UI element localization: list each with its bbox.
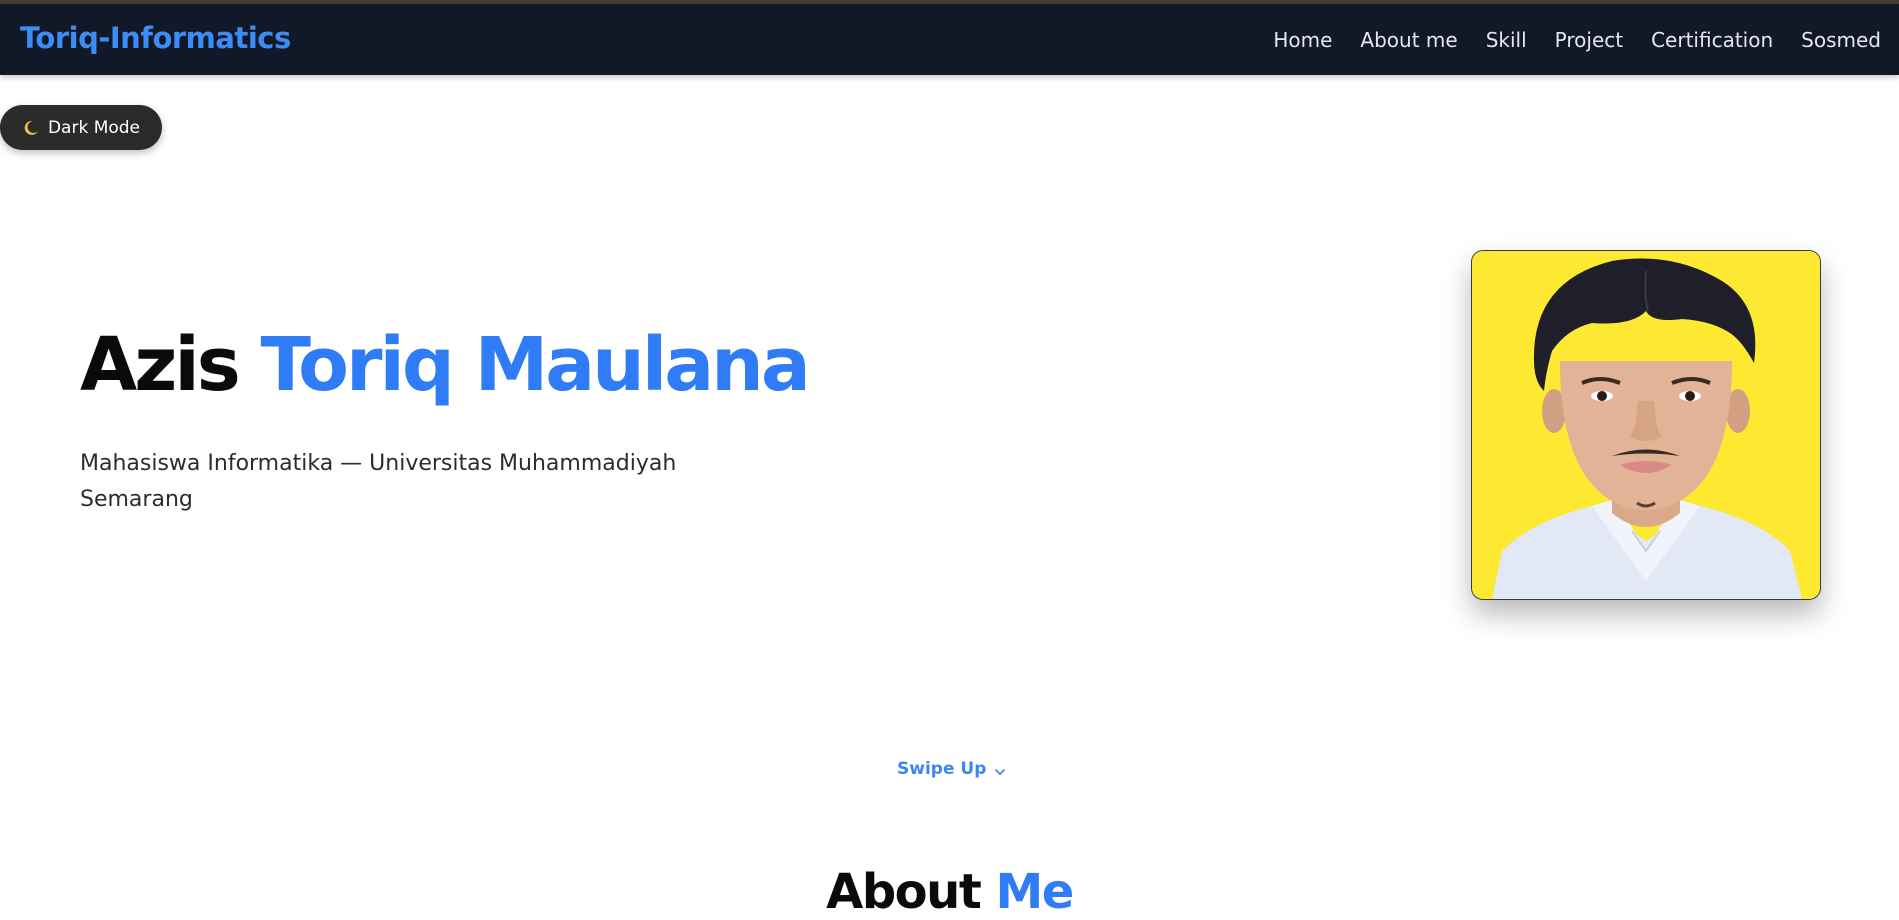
brand-logo[interactable]: Toriq-Informatics — [20, 21, 291, 55]
nav-link-project[interactable]: Project — [1555, 28, 1623, 52]
moon-icon — [22, 119, 40, 137]
profile-photo — [1471, 250, 1821, 600]
chevron-down-icon — [994, 763, 1006, 775]
hero-last-name: Toriq Maulana — [260, 322, 811, 408]
swipe-up-label: Swipe Up — [897, 759, 987, 779]
swipe-up-link[interactable]: Swipe Up — [897, 759, 1006, 779]
nav-link-certification[interactable]: Certification — [1651, 28, 1773, 52]
navbar: Toriq-Informatics Home About me Skill Pr… — [0, 4, 1899, 75]
hero-name: Azis Toriq Maulana — [80, 328, 811, 402]
about-me-heading: About Me — [0, 866, 1899, 919]
about-title-part2: Me — [995, 864, 1075, 920]
hero-subtitle: Mahasiswa Informatika — Universitas Muha… — [80, 451, 677, 512]
nav-link-about-me[interactable]: About me — [1360, 28, 1457, 52]
nav-links: Home About me Skill Project Certificatio… — [1245, 28, 1881, 52]
about-title-part1: About — [826, 864, 982, 920]
hero-first-name: Azis — [80, 322, 241, 408]
dark-mode-button[interactable]: Dark Mode — [0, 105, 162, 150]
dark-mode-label: Dark Mode — [47, 117, 141, 138]
nav-link-skill[interactable]: Skill — [1486, 28, 1527, 52]
nav-link-home[interactable]: Home — [1273, 28, 1332, 52]
nav-link-sosmed[interactable]: Sosmed — [1801, 28, 1881, 52]
